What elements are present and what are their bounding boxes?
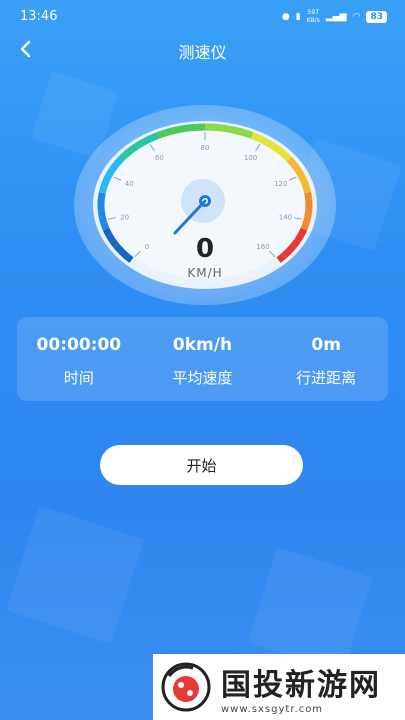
gauge-arc-segment: [236, 127, 246, 137]
gauge-arc-segment: [149, 132, 160, 142]
watermark-url: www.sxsgytr.com: [221, 703, 324, 715]
stats-panel: 00:00:00 时间 0km/h 平均速度 0m 行进距离: [17, 317, 388, 401]
gauge-arc-segment: [118, 151, 129, 162]
gauge-arc-segment: [172, 125, 182, 135]
gauge-arc-segment: [302, 216, 312, 225]
gauge-arc-segment: [129, 142, 140, 153]
wifi-icon: ◠: [352, 12, 361, 22]
stat-average-speed-label: 平均速度: [172, 369, 233, 387]
gauge-arc-segment: [123, 147, 134, 157]
signal-icon: ▂▄▆: [325, 12, 347, 22]
gauge-tick-label: 80: [201, 144, 210, 152]
gauge-arc-segment: [257, 135, 268, 145]
gauge-arc-segment: [304, 192, 313, 200]
gauge-arc-segment: [304, 210, 313, 218]
stat-distance-label: 行进距离: [296, 369, 357, 387]
stat-average-speed-value: 0km/h: [172, 335, 233, 355]
status-icons: ● ▮ 597 KB/s ▂▄▆ ◠ 83: [282, 9, 387, 25]
gauge-arc-segment: [156, 129, 167, 139]
gauge-arc-segment: [300, 179, 310, 188]
stat-time: 00:00:00 时间: [17, 317, 141, 401]
stat-distance-value: 0m: [311, 335, 341, 355]
gauge-arc-segment: [212, 123, 222, 132]
gauge-tick-label: 20: [120, 213, 129, 221]
vibrate-icon: ▮: [295, 12, 301, 22]
stat-time-value: 00:00:00: [36, 335, 122, 355]
watermark-logo-icon: [161, 662, 211, 712]
gauge-arc-segment: [105, 167, 116, 177]
stat-average-speed: 0km/h 平均速度: [141, 317, 265, 401]
gauge-arc-segment: [294, 167, 305, 177]
gauge-arc-segment: [290, 162, 301, 172]
gauge-arc-segment: [264, 138, 275, 149]
gauge-arc-segment: [302, 185, 312, 194]
gauge-tick-label: 140: [279, 213, 292, 221]
current-speed: 0: [195, 234, 215, 264]
gauge-arc-segment: [220, 124, 230, 133]
gauge-arc-segment: [97, 210, 106, 218]
gauge-arc-segment: [188, 123, 198, 132]
gauge-tick-label: 120: [274, 180, 287, 188]
speedometer-gauge: 0 20 40 60 80 100 120 140 160 0 KM/H: [74, 105, 336, 305]
gauge-arc-segment: [164, 127, 174, 137]
gauge-arc-segment: [100, 179, 110, 188]
gauge-arc-segment: [97, 192, 106, 200]
gauge-tick-label: 40: [125, 180, 134, 188]
gauge-arc-segment: [281, 151, 292, 162]
gauge-arc-segment: [276, 147, 287, 157]
start-button[interactable]: 开始: [100, 445, 303, 485]
gauge-arc-segment: [180, 124, 190, 133]
location-icon: ●: [281, 12, 290, 22]
stat-time-label: 时间: [63, 369, 94, 387]
status-bar: 13:46 ● ▮ 597 KB/s ▂▄▆ ◠ 83: [0, 0, 405, 34]
gauge-arc-segment: [113, 156, 124, 167]
gauge-arc-segment: [135, 138, 146, 149]
status-time: 13:46: [20, 9, 58, 24]
page-title: 测速仪: [178, 43, 227, 62]
stat-distance: 0m 行进距离: [264, 317, 388, 401]
gauge-arc-segment: [243, 129, 254, 139]
speed-unit: KM/H: [187, 266, 223, 280]
watermark: 国投新游网 www.sxsgytr.com: [153, 654, 405, 720]
gauge-arc-segment: [270, 142, 281, 153]
gauge-arc-segment: [98, 216, 108, 225]
gauge-arc-segment: [250, 132, 261, 142]
gauge-arc-segment: [102, 173, 112, 183]
gauge-arc-segment: [300, 222, 310, 231]
gauge-arc-segment: [228, 125, 238, 135]
background-decoration: [5, 505, 145, 645]
gauge-arc-segment: [98, 185, 108, 194]
network-speed: 597 KB/s: [306, 9, 320, 24]
battery-indicator: 83: [366, 11, 387, 23]
gauge-tick-label: 60: [155, 154, 164, 162]
gauge-arc-segment: [286, 156, 297, 167]
watermark-name: 国投新游网: [221, 667, 381, 703]
gauge-arc-segment: [142, 135, 153, 145]
gauge-arc-segment: [100, 222, 110, 231]
gauge-arc-segment: [298, 173, 308, 183]
gauge-arc-segment: [109, 162, 120, 172]
gauge-tick-label: 100: [244, 154, 257, 162]
